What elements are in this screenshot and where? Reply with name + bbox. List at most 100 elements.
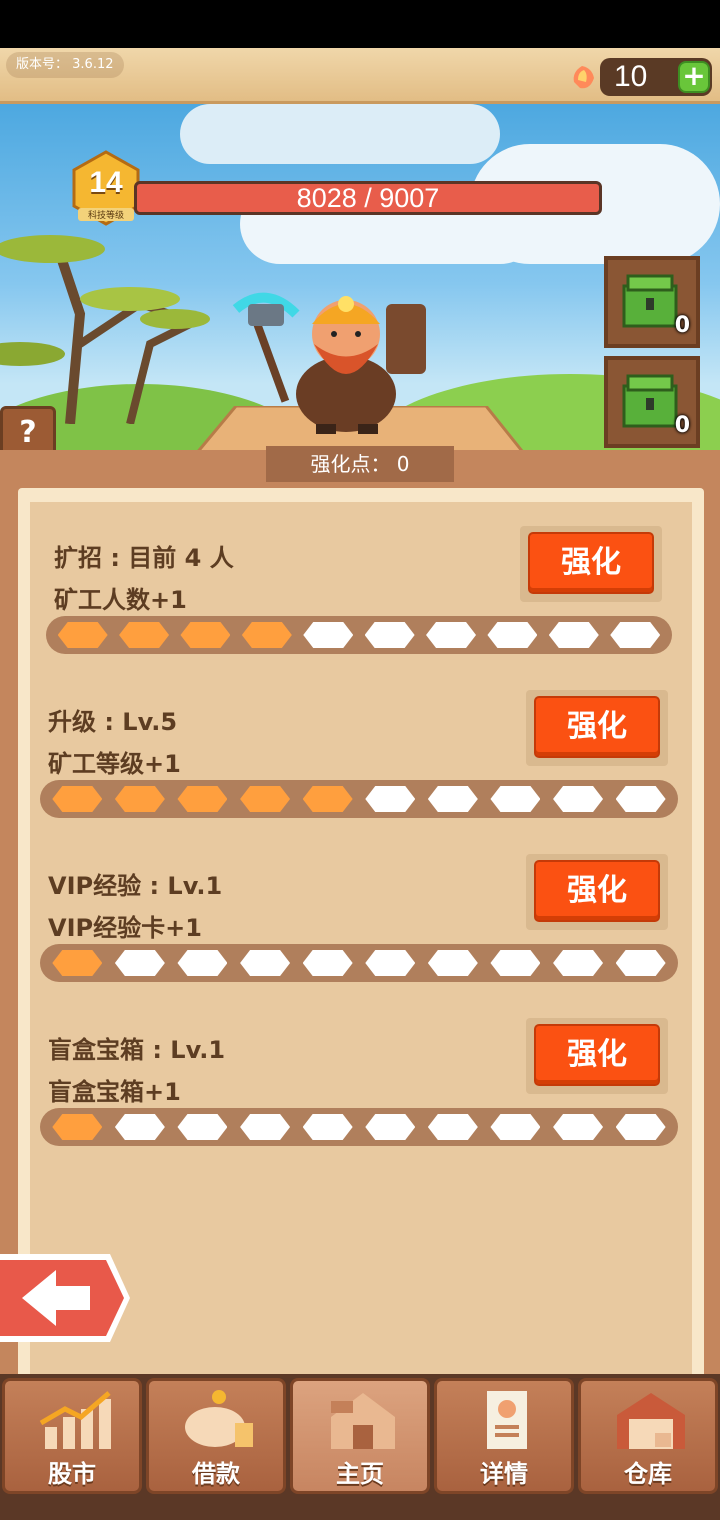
miner-character: [232, 292, 426, 434]
progress-segment-filled: [57, 622, 108, 648]
progress-segment-empty: [114, 950, 165, 976]
progress-segment-filled: [241, 622, 292, 648]
progress-segment-filled: [302, 786, 353, 812]
progress-segment-empty: [177, 950, 228, 976]
progress-segment-empty: [427, 950, 478, 976]
progress-segment-empty: [303, 622, 354, 648]
progress-segment-filled: [177, 786, 228, 812]
piggy-bank-icon: [185, 1390, 253, 1447]
upgrade-title: VIP经验 : Lv.1: [48, 872, 223, 900]
progress-segment-empty: [615, 1114, 666, 1140]
upgrade-item-level: 升级 : Lv.5 矿工等级+1 强化: [30, 690, 692, 850]
enhance-button-label: 强化: [528, 532, 654, 594]
version-label: 版本号： 3.6.12: [6, 52, 124, 78]
nav-item-loan[interactable]: 借款: [146, 1378, 286, 1494]
progress-segment-empty: [426, 622, 477, 648]
progress-segment-empty: [364, 622, 415, 648]
progress-segment-filled: [119, 622, 170, 648]
progress-segment-empty: [114, 1114, 165, 1140]
chest-count: 0: [674, 413, 690, 438]
progress-segment-empty: [427, 786, 478, 812]
progress-segment-empty: [553, 1114, 604, 1140]
back-button[interactable]: [0, 1250, 134, 1346]
tree-icon: [0, 235, 210, 424]
status-bar: [0, 0, 720, 48]
progress-segment-empty: [615, 950, 666, 976]
chest-count: 0: [674, 313, 690, 338]
currency-value: 10: [614, 60, 648, 93]
upgrade-item-recruit: 扩招 : 目前 4 人 矿工人数+1 强化: [30, 526, 692, 686]
game-scene: 14 科技等级 8028 / 9007 0 0 ?: [0, 104, 720, 504]
chest-slot[interactable]: 0: [604, 356, 700, 448]
progress-segment-empty: [240, 950, 291, 976]
enhance-points: 强化点： 0: [266, 446, 454, 482]
upgrade-effect: 矿工人数+1: [54, 586, 187, 614]
progress-bar: 8028 / 9007: [134, 181, 602, 215]
progress-segment-empty: [490, 786, 541, 812]
upgrade-progress: [46, 616, 672, 654]
progress-segment-empty: [365, 1114, 416, 1140]
upgrade-effect: 矿工等级+1: [48, 750, 181, 778]
add-currency-button[interactable]: +: [678, 61, 710, 93]
nav-label: 详情: [480, 1460, 528, 1488]
upgrade-effect: 盲盒宝箱+1: [48, 1078, 181, 1106]
chest-slot[interactable]: 0: [604, 256, 700, 348]
nav-item-stock[interactable]: 股市: [2, 1378, 142, 1494]
progress-segment-filled: [52, 786, 103, 812]
nav-item-details[interactable]: 详情: [434, 1378, 574, 1494]
top-bar: 版本号： 3.6.12 10 +: [0, 48, 720, 104]
profile-icon: [487, 1391, 527, 1449]
upgrade-effect: VIP经验卡+1: [48, 914, 202, 942]
enhance-button[interactable]: 强化: [526, 854, 668, 930]
currency-display: 10 +: [573, 58, 712, 96]
warehouse-icon: [617, 1393, 685, 1449]
chart-icon: [39, 1391, 111, 1449]
progress-segment-empty: [615, 786, 666, 812]
progress-segment-empty: [427, 1114, 478, 1140]
nav-item-home[interactable]: 主页: [290, 1378, 430, 1494]
tech-level-caption: 科技等级: [78, 208, 134, 221]
progress-segment-empty: [553, 786, 604, 812]
enhance-button-label: 强化: [534, 696, 660, 758]
upgrade-item-vip: VIP经验 : Lv.1 VIP经验卡+1 强化: [30, 854, 692, 1014]
cloud: [180, 104, 500, 164]
enhance-button-label: 强化: [534, 1024, 660, 1086]
progress-segment-filled: [240, 786, 291, 812]
enhance-button-label: 强化: [534, 860, 660, 922]
upgrade-title: 升级 : Lv.5: [48, 708, 178, 736]
nav-item-warehouse[interactable]: 仓库: [578, 1378, 718, 1494]
progress-text: 8028 / 9007: [296, 183, 440, 213]
home-icon: [331, 1393, 395, 1449]
nav-label: 主页: [336, 1460, 384, 1488]
upgrade-progress: [40, 944, 678, 982]
upgrade-title: 扩招 : 目前 4 人: [54, 544, 234, 572]
progress-segment-empty: [302, 1114, 353, 1140]
progress-segment-filled: [114, 786, 165, 812]
progress-segment-filled: [52, 1114, 103, 1140]
upgrade-progress: [40, 780, 678, 818]
progress-segment-empty: [177, 1114, 228, 1140]
tech-level-value: 14: [89, 166, 123, 199]
progress-segment-filled: [52, 950, 103, 976]
enhance-button[interactable]: 强化: [526, 1018, 668, 1094]
nav-label: 借款: [192, 1460, 240, 1488]
nav-label: 仓库: [624, 1460, 672, 1488]
progress-segment-filled: [180, 622, 231, 648]
progress-segment-empty: [302, 950, 353, 976]
nav-label: 股市: [48, 1460, 96, 1488]
progress-segment-empty: [240, 1114, 291, 1140]
progress-segment-empty: [548, 622, 599, 648]
progress-segment-empty: [487, 622, 538, 648]
bottom-nav: 股市 借款 主页 详情 仓库: [0, 1374, 720, 1520]
upgrade-item-blindbox: 盲盒宝箱 : Lv.1 盲盒宝箱+1 强化: [30, 1018, 692, 1178]
progress-segment-empty: [365, 950, 416, 976]
upgrade-progress: [40, 1108, 678, 1146]
enhance-button[interactable]: 强化: [520, 526, 662, 602]
progress-segment-empty: [610, 622, 661, 648]
gem-icon: [573, 66, 594, 89]
progress-segment-empty: [365, 786, 416, 812]
progress-segment-empty: [490, 1114, 541, 1140]
upgrade-title: 盲盒宝箱 : Lv.1: [48, 1036, 226, 1064]
progress-segment-empty: [553, 950, 604, 976]
enhance-button[interactable]: 强化: [526, 690, 668, 766]
